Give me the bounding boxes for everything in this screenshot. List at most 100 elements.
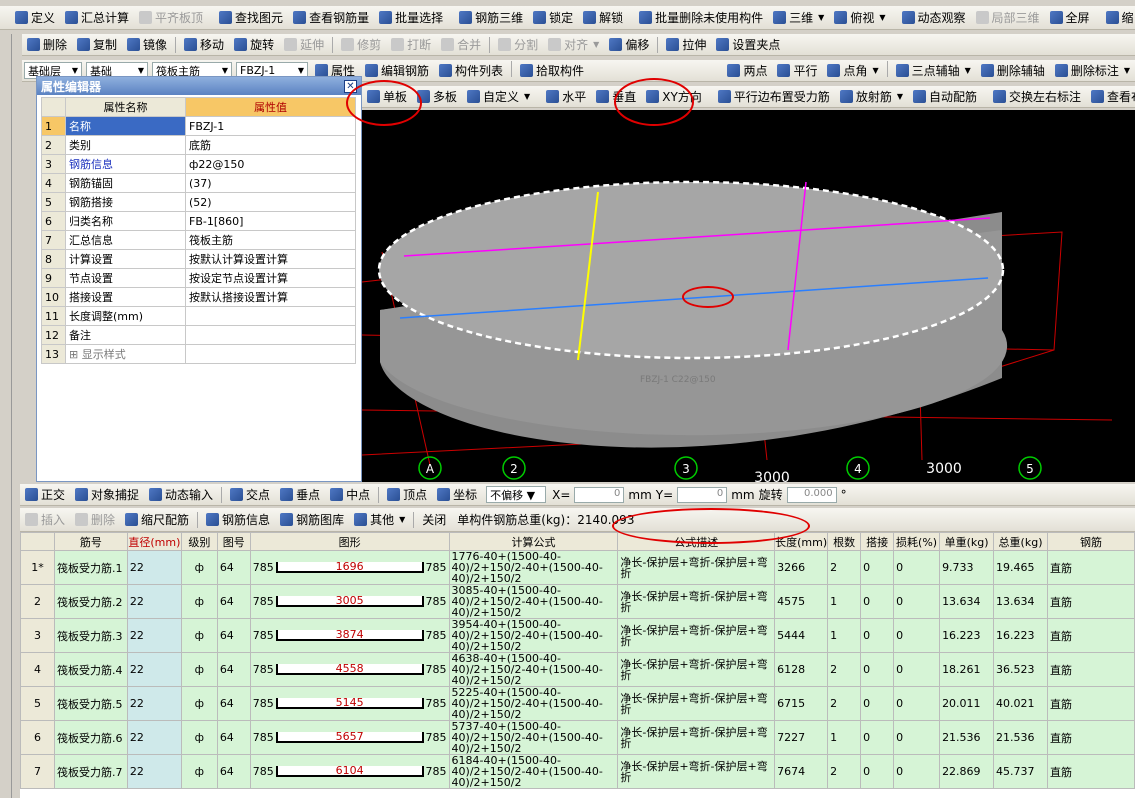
count[interactable]: 1 (827, 720, 862, 755)
tb2-rotate-button[interactable]: 旋转 (229, 35, 279, 55)
grade[interactable]: ф (180, 550, 218, 585)
table-row[interactable]: 6 筏板受力筋.6 22 ф 64 785 5657 785 5737-40+(1500-40-… (20, 720, 1135, 755)
expand-icon[interactable]: ⊞ (69, 348, 82, 361)
total-weight[interactable]: 21.536 (993, 720, 1048, 755)
property-value[interactable] (185, 306, 356, 326)
rb-rebar-library-button[interactable]: 钢筋图库 (275, 510, 349, 530)
tb1-lock-button[interactable]: 锁定 (528, 8, 578, 28)
tb1-top-view-button[interactable]: 俯视 ▼ (829, 8, 890, 28)
rb-rebar-info-button[interactable]: 钢筋信息 (201, 510, 275, 530)
rb-btn-button[interactable]: 关闭 (417, 510, 451, 530)
row-number[interactable]: 5 (20, 686, 55, 721)
tb2-stretch-button[interactable]: 拉伸 (661, 35, 711, 55)
loss[interactable]: 0 (893, 652, 941, 687)
lap[interactable]: 0 (860, 720, 895, 755)
tb3-list-button[interactable]: 构件列表 (434, 61, 508, 81)
tb3r-parallel-button[interactable]: 平行 (772, 61, 822, 81)
formula-description[interactable]: 净长-保护层+弯折-保护层+弯折 (617, 550, 776, 585)
loss[interactable]: 0 (893, 618, 941, 653)
grade[interactable]: ф (180, 686, 218, 721)
tb2-copy-button[interactable]: 复制 (72, 35, 122, 55)
tb1-rebar3d-button[interactable]: 钢筋三维 (454, 8, 528, 28)
lap[interactable]: 0 (860, 584, 895, 619)
property-row[interactable]: 4 钢筋锚固 (37) (41, 173, 356, 193)
rebar-name[interactable]: 筏板受力筋.5 (53, 686, 128, 721)
diameter[interactable]: 22 (126, 720, 182, 755)
tb1-align-button[interactable]: 平齐板顶 (134, 8, 208, 28)
diameter[interactable]: 22 (126, 754, 182, 789)
rebar-shape[interactable]: 785 5657 785 (249, 720, 450, 755)
tb3r-delete-dim-button[interactable]: 删除标注 ▼ (1050, 61, 1135, 81)
figure-number[interactable]: 64 (216, 754, 251, 789)
tb2-grip-button[interactable]: 设置夹点 (711, 35, 785, 55)
property-row[interactable]: 13 ⊞ 显示样式 (41, 344, 356, 364)
figure-number[interactable]: 64 (216, 652, 251, 687)
tb2-merge-button[interactable]: 合并 (436, 35, 486, 55)
formula-description[interactable]: 净长-保护层+弯折-保护层+弯折 (617, 652, 776, 687)
rebar-shape[interactable]: 785 3874 785 (249, 618, 450, 653)
figure-number[interactable]: 64 (216, 618, 251, 653)
tb2-move-button[interactable]: 移动 (179, 35, 229, 55)
tb2-offset-button[interactable]: 偏移 (604, 35, 654, 55)
tb1-fullscreen-button[interactable]: 全屏 (1045, 8, 1095, 28)
lap[interactable]: 0 (860, 652, 895, 687)
tb1-batch-select-button[interactable]: 批量选择 (374, 8, 448, 28)
snap-perpendicular-button[interactable]: 垂点 (275, 485, 325, 505)
tb4-auto-rebar-button[interactable]: 自动配筋 (908, 87, 982, 107)
total-weight[interactable]: 45.737 (993, 754, 1048, 789)
tb3r-two-point-button[interactable]: 两点 (722, 61, 772, 81)
rebar-shape[interactable]: 785 5145 785 (249, 686, 450, 721)
table-row[interactable]: 4 筏板受力筋.4 22 ф 64 785 4558 785 4638-40+(1500-40-… (20, 652, 1135, 687)
table-row[interactable]: 7 筏板受力筋.7 22 ф 64 785 6104 785 6184-40+(1500-40-… (20, 754, 1135, 789)
property-row[interactable]: 10 搭接设置 按默认搭接设置计算 (41, 287, 356, 307)
unit-weight[interactable]: 16.223 (939, 618, 995, 653)
snap-vertex-button[interactable]: 顶点 (382, 485, 432, 505)
total-weight[interactable]: 19.465 (993, 550, 1048, 585)
tb2-extend-button[interactable]: 延伸 (279, 35, 329, 55)
diameter[interactable]: 22 (126, 652, 182, 687)
rebar-type[interactable]: 直筋 (1047, 652, 1135, 687)
calc-formula[interactable]: 5225-40+(1500-40-40)/2+150/2-40+(1500-40… (448, 686, 619, 721)
tb1-orbit-button[interactable]: 动态观察 (897, 8, 971, 28)
grade[interactable]: ф (180, 618, 218, 653)
length[interactable]: 7674 (774, 754, 829, 789)
tb3-edit-rebar-button[interactable]: 编辑钢筋 (360, 61, 434, 81)
property-row[interactable]: 5 钢筋搭接 (52) (41, 192, 356, 212)
tb3r-delete-axis-button[interactable]: 删除辅轴 (976, 61, 1050, 81)
unit-weight[interactable]: 13.634 (939, 584, 995, 619)
loss[interactable]: 0 (893, 686, 941, 721)
rebar-type[interactable]: 直筋 (1047, 754, 1135, 789)
figure-number[interactable]: 64 (216, 720, 251, 755)
rb-insert-button[interactable]: 插入 (20, 510, 70, 530)
rotate-input[interactable]: 0.000 (786, 486, 837, 503)
property-value[interactable]: 按默认搭接设置计算 (185, 287, 356, 307)
rebar-type[interactable]: 直筋 (1047, 686, 1135, 721)
row-number[interactable]: 4 (20, 652, 55, 687)
tb2-split-button[interactable]: 分割 (493, 35, 543, 55)
property-value[interactable]: FB-1[860] (185, 211, 356, 231)
property-row[interactable]: 7 汇总信息 筏板主筋 (41, 230, 356, 250)
loss[interactable]: 0 (893, 584, 941, 619)
rebar-name[interactable]: 筏板受力筋.6 (53, 720, 128, 755)
unit-weight[interactable]: 22.869 (939, 754, 995, 789)
count[interactable]: 2 (827, 754, 862, 789)
snap-coordinate-button[interactable]: 坐标 (432, 485, 482, 505)
calc-formula[interactable]: 3085-40+(1500-40-40)/2+150/2-40+(1500-40… (448, 584, 619, 619)
diameter[interactable]: 22 (126, 686, 182, 721)
property-value[interactable]: (52) (185, 192, 356, 212)
table-row[interactable]: 5 筏板受力筋.5 22 ф 64 785 5145 785 5225-40+(1500-40-… (20, 686, 1135, 721)
formula-description[interactable]: 净长-保护层+弯折-保护层+弯折 (617, 720, 776, 755)
table-row[interactable]: 1* 筏板受力筋.1 22 ф 64 785 1696 785 1776-40+(1500-40… (20, 550, 1135, 585)
tb1-local3d-button[interactable]: 局部三维 (971, 8, 1045, 28)
tb2-trim-button[interactable]: 修剪 (336, 35, 386, 55)
formula-description[interactable]: 净长-保护层+弯折-保护层+弯折 (617, 754, 776, 789)
property-row[interactable]: 9 节点设置 按设定节点设置计算 (41, 268, 356, 288)
formula-description[interactable]: 净长-保护层+弯折-保护层+弯折 (617, 618, 776, 653)
snap-intersection-button[interactable]: 交点 (225, 485, 275, 505)
count[interactable]: 1 (827, 618, 862, 653)
rebar-shape[interactable]: 785 3005 785 (249, 584, 450, 619)
count[interactable]: 2 (827, 686, 862, 721)
length[interactable]: 5444 (774, 618, 829, 653)
rebar-name[interactable]: 筏板受力筋.3 (53, 618, 128, 653)
tb4-multi-slab-button[interactable]: 多板 (412, 87, 462, 107)
